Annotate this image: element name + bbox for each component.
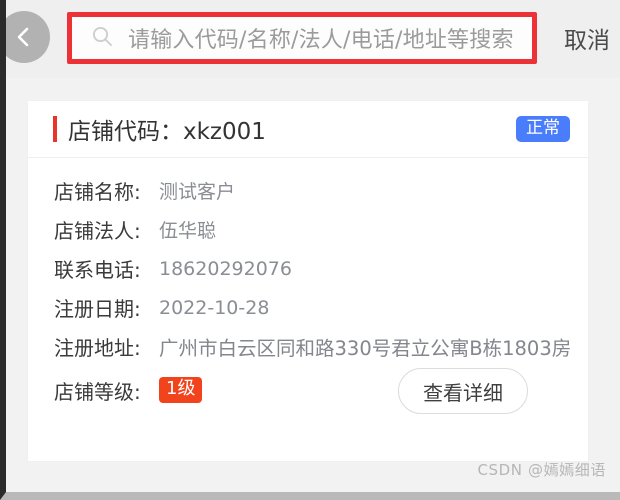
status-badge: 正常 [516, 116, 570, 142]
card-header: 店铺代码：xkz001 正常 [28, 101, 588, 158]
info-row-register-address: 注册地址: 广州市白云区同和路330号君立公寓B栋1803房 [28, 327, 588, 366]
search-placeholder-text: 请输入代码/名称/法人/电话/地址等搜索 [128, 28, 514, 53]
info-value: 广州市白云区同和路330号君立公寓B栋1803房 [159, 337, 572, 360]
info-row-shop-name: 店铺名称: 测试客户 [28, 171, 588, 210]
info-value: 18620292076 [159, 257, 292, 280]
info-label: 注册日期: [54, 297, 141, 321]
watermark: CSDN @嫣嫣细语 [477, 461, 606, 479]
info-row-legal-person: 店铺法人: 伍华聪 [28, 210, 588, 249]
view-detail-button[interactable]: 查看详细 [398, 368, 528, 414]
info-value: 测试客户 [159, 181, 236, 203]
info-row-phone: 联系电话: 18620292076 [28, 249, 588, 288]
info-label: 联系电话: [54, 258, 141, 282]
search-icon [90, 24, 114, 53]
cancel-button[interactable]: 取消 [564, 21, 610, 55]
search-annotation-box: 请输入代码/名称/法人/电话/地址等搜索 [67, 12, 537, 64]
search-header: 请输入代码/名称/法人/电话/地址等搜索 取消 [6, 0, 620, 78]
info-value: 2022-10-28 [159, 296, 270, 319]
title-accent-bar [53, 116, 57, 142]
back-button[interactable] [6, 11, 50, 63]
card-body: 店铺名称: 测试客户 店铺法人: 伍华聪 联系电话: 18620292076 注… [28, 158, 588, 414]
info-label: 店铺等级: [54, 379, 141, 404]
chevron-left-icon [11, 24, 37, 50]
search-input[interactable]: 请输入代码/名称/法人/电话/地址等搜索 [72, 17, 532, 59]
info-label: 注册地址: [54, 336, 141, 360]
info-label: 店铺法人: [54, 219, 141, 243]
info-label: 店铺名称: [54, 180, 141, 204]
level-badge: 1级 [159, 377, 203, 403]
shop-info-card: 店铺代码：xkz001 正常 店铺名称: 测试客户 店铺法人: 伍华聪 联系电话… [28, 101, 588, 461]
app-screen: 请输入代码/名称/法人/电话/地址等搜索 取消 店铺代码：xkz001 正常 店… [0, 0, 620, 500]
info-row-shop-level: 店铺等级: 1级 查看详细 [28, 366, 588, 414]
info-row-register-date: 注册日期: 2022-10-28 [28, 288, 588, 327]
card-title: 店铺代码：xkz001 [68, 119, 266, 145]
info-value: 伍华聪 [159, 220, 217, 242]
